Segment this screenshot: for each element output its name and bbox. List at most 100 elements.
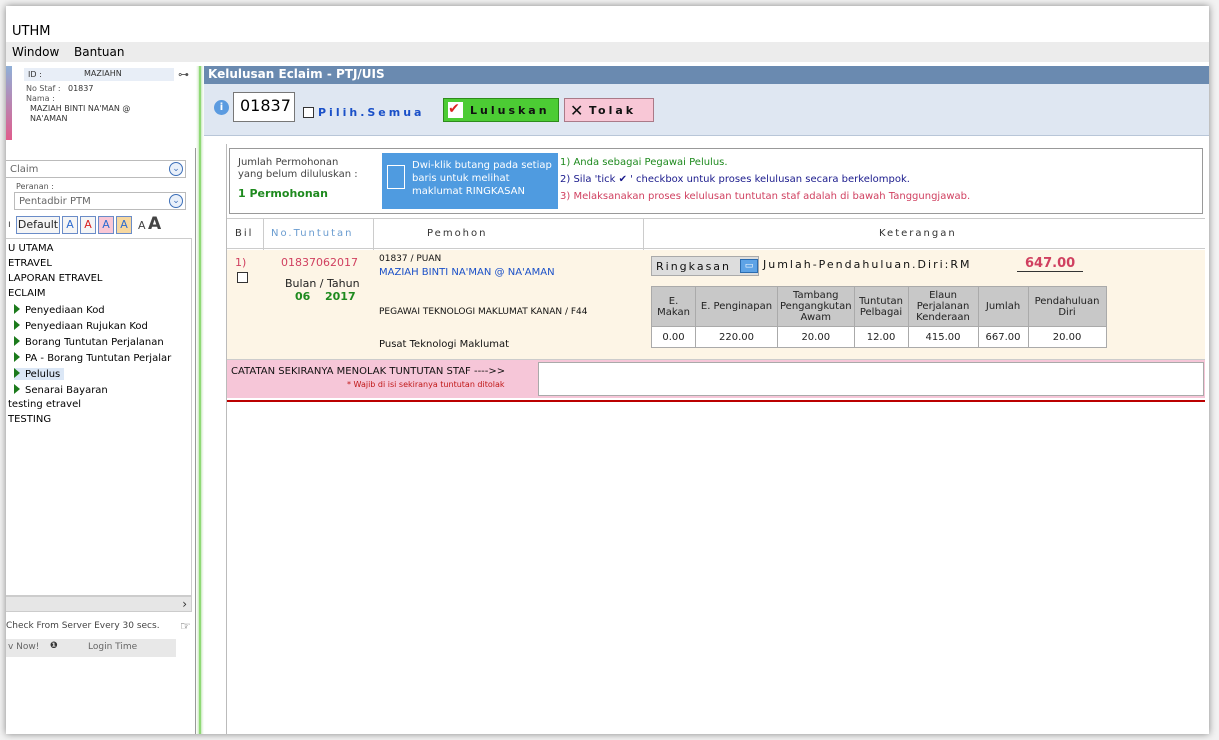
document-icon (387, 165, 405, 189)
pending-count: 1 Permohonan (238, 187, 328, 200)
breakdown-value: 220.00 (695, 326, 778, 348)
summary-button[interactable]: Ringkasan ▭ (651, 256, 759, 276)
nav-item-etravel[interactable]: ETRAVEL (8, 258, 52, 269)
staff-title: 01837 / PUAN (379, 254, 442, 264)
total-label: Jumlah-Pendahuluan.Diri:RM (763, 258, 972, 271)
login-time-label: Login Time (88, 642, 138, 652)
staff-label: No Staf : (26, 84, 61, 93)
info-icon[interactable]: ❶ (50, 641, 58, 651)
font-a1-button[interactable]: A (62, 216, 78, 234)
close-icon: ✕ (570, 101, 587, 120)
chevron-right-icon[interactable]: › (182, 597, 187, 611)
period-year: 2017 (325, 290, 356, 303)
server-check-status: Check From Server Every 30 secs. ☞ (6, 619, 191, 633)
breakdown-header: Tuntutan Pelbagai (853, 286, 909, 327)
nav-item-testing-etravel[interactable]: testing etravel (8, 399, 81, 410)
table-row[interactable]: 1) 01837062017 Bulan / Tahun 06 2017 018… (227, 250, 1205, 360)
font-a3-button[interactable]: A (98, 216, 114, 234)
play-arrow-icon (14, 352, 20, 362)
breakdown-value: 667.00 (977, 326, 1029, 348)
reject-note-hint: * Wajib di isi sekiranya tuntutan ditola… (347, 380, 505, 389)
font-a4-button[interactable]: A (116, 216, 132, 234)
nav-item-testing[interactable]: TESTING (8, 414, 51, 425)
name-label: Nama : (26, 94, 55, 103)
checkmark-icon: ✔ (448, 101, 463, 118)
user-profile: ID : MAZIAHN ⊶ No Staf : 01837 Nama : MA… (6, 66, 196, 148)
nav-item-borang-tuntutan[interactable]: Borang Tuntutan Perjalanan (14, 336, 164, 348)
menu-window[interactable]: Window (12, 45, 59, 59)
nav-item-pelulus[interactable]: Pelulus (14, 368, 65, 380)
system-select[interactable]: Claim ⌄ (6, 160, 186, 178)
reject-note-label: CATATAN SEKIRANYA MENOLAK TUNTUTAN STAF … (231, 366, 506, 377)
nav-item-penyediaan-kod[interactable]: Penyediaan Kod (14, 304, 105, 316)
role-select[interactable]: Pentadbir PTM ⌄ (14, 192, 186, 210)
reject-note-section: CATATAN SEKIRANYA MENOLAK TUNTUTAN STAF … (227, 360, 1205, 398)
reject-button[interactable]: ✕ Tolak (564, 98, 654, 122)
nav-item-eclaim[interactable]: ECLAIM (8, 288, 46, 299)
staff-number-input[interactable]: 01837 (233, 92, 295, 122)
nav-item-utama[interactable]: U UTAMA (8, 243, 53, 254)
breakdown-value: 20.00 (1027, 326, 1107, 348)
navigation-tree: U UTAMA ETRAVEL LAPORAN ETRAVEL ECLAIM P… (6, 238, 192, 596)
row-checkbox[interactable] (237, 272, 248, 283)
nav-item-pa-borang[interactable]: PA - Borang Tuntutan Perjalar (14, 352, 171, 364)
panel-title: Kelulusan Eclaim - PTJ/UIS (204, 66, 1209, 84)
breakdown-value: 0.00 (651, 326, 696, 348)
approve-button[interactable]: ✔ Luluskan (443, 98, 559, 122)
breakdown-value: 20.00 (777, 326, 855, 348)
nav-item-penyediaan-rujukan-kod[interactable]: Penyediaan Rujukan Kod (14, 320, 148, 332)
reject-note-input[interactable] (538, 362, 1204, 396)
applicant-name: MAZIAH BINTI NA'MAN @ NA'AMAN (379, 267, 555, 278)
applicant-department: Pusat Teknologi Maklumat (379, 339, 510, 350)
col-pemohon: Pemohon (427, 228, 488, 239)
claims-grid: Bil No.Tuntutan Pemohon Keterangan 1) 01… (227, 218, 1205, 402)
claim-number: 01837062017 (281, 256, 358, 269)
pending-label: Jumlah Permohonan yang belum diluluskan … (238, 157, 358, 180)
total-value: 647.00 (1017, 256, 1084, 272)
breakdown-header: Pendahuluan Diri (1027, 286, 1107, 327)
font-large-a[interactable]: A (148, 214, 161, 234)
claim-breakdown-table: E. Makan E. Penginapan Tambang Pengangku… (651, 286, 1107, 348)
play-arrow-icon (14, 304, 20, 314)
now-label[interactable]: v Now! (8, 642, 39, 652)
note-2: 2) Sila 'tick ✔ ' checkbox untuk proses … (560, 174, 910, 185)
refresh-hand-icon[interactable]: ☞ (180, 619, 191, 633)
period-month: 06 (295, 290, 311, 303)
hint-box: Dwi-klik butang pada setiap baris untuk … (382, 153, 558, 209)
chevron-down-icon[interactable]: ⌄ (169, 194, 183, 208)
nav-item-senarai-bayaran[interactable]: Senarai Bayaran (14, 384, 108, 396)
info-icon[interactable]: i (214, 100, 229, 115)
menu-bantuan[interactable]: Bantuan (74, 45, 124, 59)
play-arrow-icon (14, 320, 20, 330)
font-default-button[interactable]: Default (16, 216, 60, 234)
col-no-tuntutan: No.Tuntutan (271, 228, 354, 239)
select-all-label[interactable]: Pilih.Semua (318, 106, 424, 119)
chevron-down-icon[interactable]: ⌄ (169, 162, 183, 176)
splitter-bar[interactable] (196, 66, 204, 734)
breakdown-header: Elaun Perjalanan Kenderaan (907, 286, 979, 327)
play-arrow-icon (14, 368, 20, 378)
info-box: Jumlah Permohonan yang belum diluluskan … (229, 148, 1203, 214)
name-line2: NA'AMAN (30, 114, 68, 123)
breakdown-header: E. Makan (651, 286, 696, 327)
divider (227, 400, 1205, 402)
select-all-checkbox[interactable] (303, 107, 314, 118)
title-bar: UTHM (6, 6, 1209, 42)
folder-open-icon: ▭ (740, 259, 758, 273)
main-panel: Kelulusan Eclaim - PTJ/UIS i 01837 Pilih… (204, 66, 1209, 734)
staff-value: 01837 (68, 84, 94, 93)
sidebar: ID : MAZIAHN ⊶ No Staf : 01837 Nama : MA… (6, 66, 196, 734)
window-title: UTHM (12, 24, 51, 39)
org-tree-icon[interactable]: ⊶ (178, 68, 189, 81)
menu-bar: Window Bantuan (6, 42, 1209, 62)
name-line1: MAZIAH BINTI NA'MAN @ (30, 104, 131, 113)
nav-item-laporan-etravel[interactable]: LAPORAN ETRAVEL (8, 273, 103, 284)
approval-content: Jumlah Permohonan yang belum diluluskan … (226, 144, 1205, 734)
applicant-position: PEGAWAI TEKNOLOGI MAKLUMAT KANAN / F44 (379, 307, 588, 317)
play-arrow-icon (14, 336, 20, 346)
tree-horizontal-scrollbar[interactable]: › (6, 596, 192, 612)
font-a2-button[interactable]: A (80, 216, 96, 234)
note-3: 3) Melaksanakan proses kelulusan tuntuta… (560, 191, 971, 202)
font-small-a[interactable]: A (138, 219, 146, 232)
user-photo (6, 66, 12, 140)
